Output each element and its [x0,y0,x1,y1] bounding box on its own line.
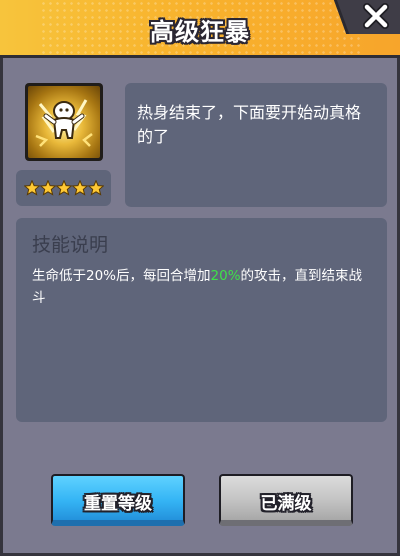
reset-level-label: 重置等级 [84,494,152,514]
skill-description-box: 技能说明 生命低于20%后，每回合增加20%的攻击，直到结束战斗 [16,218,387,422]
max-level-button[interactable]: 已满级 [219,474,353,526]
max-level-label: 已满级 [260,494,312,514]
panel-header: 高级狂暴 [0,0,400,58]
close-icon[interactable] [362,2,390,30]
star-rating [16,170,111,206]
rage-figure-icon [35,99,93,147]
flavor-text-box: 热身结束了，下面要开始动真格的了 [125,83,387,207]
star-icon [56,180,72,196]
skill-description: 生命低于20%后，每回合增加20%的攻击，直到结束战斗 [32,265,371,309]
skill-description-highlight: 20% [210,268,241,284]
reset-level-button[interactable]: 重置等级 [51,474,185,526]
skill-icon-background [28,86,100,158]
skill-description-part1: 生命低于20%后，每回合增加 [32,268,211,284]
skill-section-title: 技能说明 [32,234,109,256]
star-icon [72,180,88,196]
flavor-text: 热身结束了，下面要开始动真格的了 [137,103,362,146]
skill-icon-frame [25,83,103,161]
star-icon [24,180,40,196]
star-icon [88,180,104,196]
star-icon [40,180,56,196]
